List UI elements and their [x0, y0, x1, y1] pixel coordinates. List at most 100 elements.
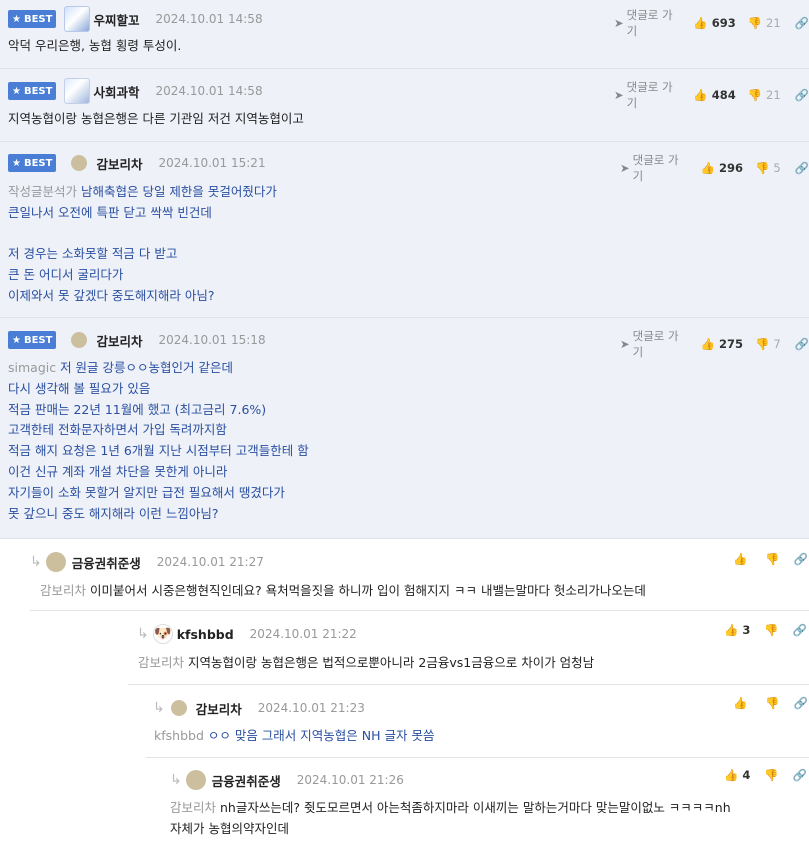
star-icon: ★ [12, 13, 21, 25]
reply-arrow-icon: ↳ [30, 554, 42, 570]
reply-header: ↳ 금융권취준생 2024.10.01 21:26 [170, 770, 404, 790]
thumbs-down-icon: 👎 [755, 337, 770, 351]
mention[interactable]: 감보리차 [138, 655, 184, 670]
comment-actions: 👍 👎 🔗 [733, 696, 808, 710]
downvote-button[interactable]: 👎 21 [748, 88, 781, 102]
upvote-button[interactable]: 👍 296 [701, 161, 743, 175]
comment-body: 지역농협이랑 농협은행은 다른 기관임 저건 지역농협이고 [8, 111, 304, 126]
mention[interactable]: simagic [8, 360, 56, 375]
nickname[interactable]: 금융권취준생 [72, 553, 141, 572]
link-icon[interactable]: 🔗 [795, 16, 809, 30]
link-icon[interactable]: 🔗 [794, 696, 808, 710]
link-icon[interactable]: 🔗 [795, 337, 809, 351]
avatar[interactable] [71, 155, 88, 171]
reply-arrow-icon: ↳ [153, 700, 165, 716]
avatar[interactable] [64, 78, 91, 104]
nickname[interactable]: kfshbbd [177, 627, 234, 642]
reply-4: ↳ 금융권취준생 2024.10.01 21:26 👍 4 👎 🔗 감보리차 nh… [0, 758, 809, 853]
link-icon[interactable]: 🔗 [795, 88, 809, 102]
comment-body: kfshbbd ㅇㅇ 맞음 그래서 지역농협은 NH 글자 못씀 [154, 728, 435, 743]
downvote-button[interactable]: 👎 7 [755, 337, 781, 351]
avatar[interactable] [185, 770, 206, 790]
nickname[interactable]: 사회과학 [93, 82, 139, 101]
upvote-button[interactable]: 👍 4 [724, 768, 750, 782]
timestamp: 2024.10.01 15:21 [158, 156, 266, 170]
link-icon[interactable]: 🔗 [794, 552, 808, 566]
mention[interactable]: 작성글분석가 [8, 184, 77, 199]
downvote-button[interactable]: 👎 [765, 696, 779, 710]
downvote-button[interactable]: 👎 [765, 552, 779, 566]
comment-body: 작성글분석가 남해축협은 당일 제한을 못걸어줬다가 큰일나서 오전에 특판 닫… [8, 184, 277, 303]
nickname[interactable]: 감보리차 [96, 331, 142, 350]
best-comment-1: ★ BEST 우찌할꼬 2024.10.01 14:58 ➤ 댓글로 가기 👍 693… [0, 0, 809, 69]
arrow-icon: ➤ [620, 337, 630, 351]
downvote-button[interactable]: 👎 [764, 623, 778, 637]
thumbs-down-icon: 👎 [765, 552, 780, 566]
nickname[interactable]: 감보리차 [96, 154, 142, 173]
best-comment-4: ★ BEST 감보리차 2024.10.01 15:18 ➤ 댓글로 가기 👍 275… [0, 318, 809, 539]
comment-actions: ➤ 댓글로 가기 👍 275 👎 7 🔗 [620, 328, 809, 360]
thumbs-down-icon: 👎 [747, 88, 763, 102]
comment-actions: 👍 👎 🔗 [733, 552, 808, 566]
nickname[interactable]: 감보리차 [196, 699, 242, 718]
link-icon[interactable]: 🔗 [793, 768, 807, 782]
avatar[interactable] [64, 6, 91, 32]
reply-arrow-icon: ↳ [137, 626, 149, 642]
mention[interactable]: 감보리차 [40, 583, 86, 598]
best-badge: ★ BEST [8, 331, 57, 349]
star-icon: ★ [12, 85, 21, 97]
reply-arrow-icon: ↳ [170, 772, 182, 788]
comment-actions: 👍 3 👎 🔗 [724, 623, 807, 637]
upvote-button[interactable]: 👍 484 [693, 88, 735, 102]
nickname[interactable]: 금융권취준생 [212, 771, 281, 790]
timestamp: 2024.10.01 21:26 [296, 773, 404, 787]
thumbs-down-icon: 👎 [764, 768, 779, 782]
nickname[interactable]: 우찌할꼬 [93, 10, 139, 29]
downvote-button[interactable]: 👎 [764, 768, 778, 782]
reply-header: ↳ 감보리차 2024.10.01 21:23 [153, 698, 365, 718]
goto-comment-link[interactable]: ➤ 댓글로 가기 [614, 79, 679, 111]
comment-body: simagic 저 원글 강릉ㅇㅇ농협인거 같은데 다시 생각해 볼 필요가 있… [8, 360, 309, 521]
comment-actions: ➤ 댓글로 가기 👍 693 👎 21 🔗 [614, 7, 809, 39]
downvote-button[interactable]: 👎 5 [755, 161, 781, 175]
thumbs-up-icon: 👍 [693, 88, 708, 102]
mention[interactable]: kfshbbd [154, 728, 204, 743]
reply-header: ↳ 🐶 kfshbbd 2024.10.01 21:22 [137, 624, 357, 644]
upvote-button[interactable]: 👍 3 [724, 623, 750, 637]
comment-header: ★ BEST 감보리차 2024.10.01 15:18 [8, 330, 266, 350]
comment-body: 악덕 우리은행, 농협 횡령 투성이. [8, 38, 182, 53]
downvote-button[interactable]: 👎 21 [748, 16, 781, 30]
upvote-button[interactable]: 👍 275 [701, 337, 743, 351]
goto-comment-link[interactable]: ➤ 댓글로 가기 [620, 328, 687, 360]
reply-2: ↳ 🐶 kfshbbd 2024.10.01 21:22 👍 3 👎 🔗 감보리차… [0, 611, 809, 685]
upvote-button[interactable]: 👍 [733, 552, 751, 566]
mention[interactable]: 감보리차 [170, 800, 216, 815]
avatar[interactable] [45, 552, 66, 572]
comment-body: 감보리차 지역농협이랑 농협은행은 법적으로뿐아니라 2금융vs1금융으로 차이… [138, 655, 595, 670]
thumbs-up-icon: 👍 [700, 337, 715, 351]
reply-1: ↳ 금융권취준생 2024.10.01 21:27 👍 👎 🔗 감보리차 이미붙… [0, 539, 809, 611]
thumbs-up-icon: 👍 [724, 623, 739, 637]
comment-actions: ➤ 댓글로 가기 👍 484 👎 21 🔗 [614, 79, 809, 111]
thumbs-up-icon: 👍 [733, 696, 748, 710]
best-comment-3: ★ BEST 감보리차 2024.10.01 15:21 ➤ 댓글로 가기 👍 296… [0, 142, 809, 318]
avatar[interactable] [170, 700, 187, 716]
best-badge: ★ BEST [8, 154, 57, 172]
avatar[interactable]: 🐶 [152, 624, 173, 644]
goto-comment-link[interactable]: ➤ 댓글로 가기 [614, 7, 679, 39]
link-icon[interactable]: 🔗 [795, 161, 809, 175]
comment-body: 감보리차 nh글자쓰는데? 쥣도모르면서 아는척좀하지마라 이새끼는 말하는거마… [170, 800, 731, 836]
thumbs-up-icon: 👍 [733, 552, 748, 566]
timestamp: 2024.10.01 21:23 [257, 701, 365, 715]
star-icon: ★ [12, 334, 21, 346]
best-badge: ★ BEST [8, 82, 57, 100]
thumbs-down-icon: 👎 [765, 696, 780, 710]
avatar[interactable] [71, 332, 88, 348]
upvote-button[interactable]: 👍 [733, 696, 751, 710]
upvote-button[interactable]: 👍 693 [693, 16, 735, 30]
link-icon[interactable]: 🔗 [793, 623, 807, 637]
thumbs-down-icon: 👎 [764, 623, 779, 637]
goto-comment-link[interactable]: ➤ 댓글로 가기 [620, 152, 687, 184]
comment-actions: ➤ 댓글로 가기 👍 296 👎 5 🔗 [620, 152, 809, 184]
comment-header: ★ BEST 감보리차 2024.10.01 15:21 [8, 153, 266, 173]
